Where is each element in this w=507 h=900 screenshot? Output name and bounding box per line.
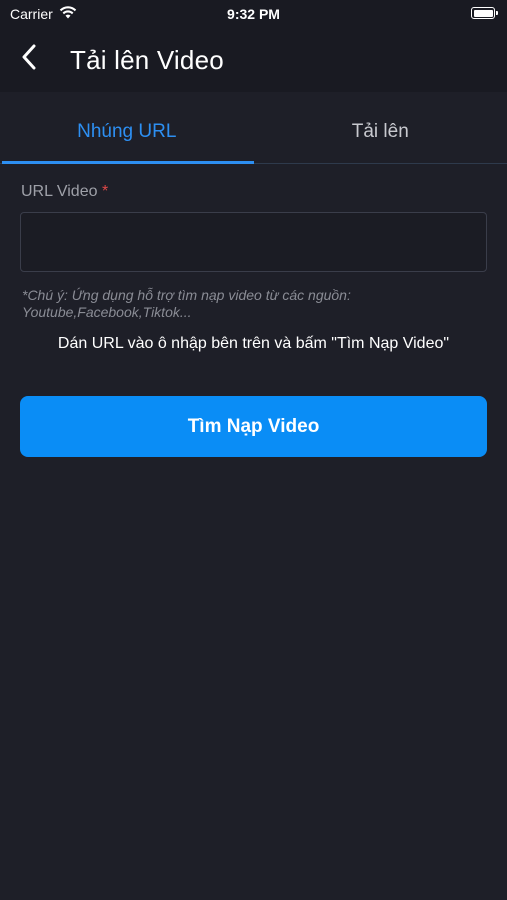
chevron-left-icon (21, 44, 37, 75)
url-field-label: URL Video * (21, 183, 108, 201)
url-input[interactable] (20, 212, 487, 272)
nav-bar: Tải lên Video (0, 30, 507, 92)
hint-line-2: Youtube,Facebook,Tiktok... (22, 304, 192, 320)
battery-fill (473, 9, 493, 17)
instruction-text: Dán URL vào ô nhập bên trên và bấm "Tìm … (57, 335, 450, 352)
url-label-text: URL Video (21, 183, 98, 200)
page-title: Tải lên Video (70, 45, 224, 75)
hint-text: *Chú ý: Ứng dụng hỗ trợ tìm nạp video từ… (22, 287, 492, 321)
hint-line-1: *Chú ý: Ứng dụng hỗ trợ tìm nạp video từ… (22, 287, 351, 303)
battery-icon (471, 7, 498, 19)
tab-embed-url[interactable]: Nhúng URL (0, 100, 254, 164)
tab-bar: Nhúng URL Tải lên (0, 100, 507, 164)
fetch-video-button[interactable]: Tìm Nạp Video (20, 396, 487, 457)
back-button[interactable] (14, 44, 44, 74)
screen: Carrier 9:32 PM Tải lên Video Nhúng URL … (0, 0, 507, 900)
status-time: 9:32 PM (227, 6, 280, 22)
status-bar: Carrier 9:32 PM (0, 0, 507, 30)
tab-upload[interactable]: Tải lên (254, 100, 507, 163)
required-mark: * (101, 183, 109, 200)
